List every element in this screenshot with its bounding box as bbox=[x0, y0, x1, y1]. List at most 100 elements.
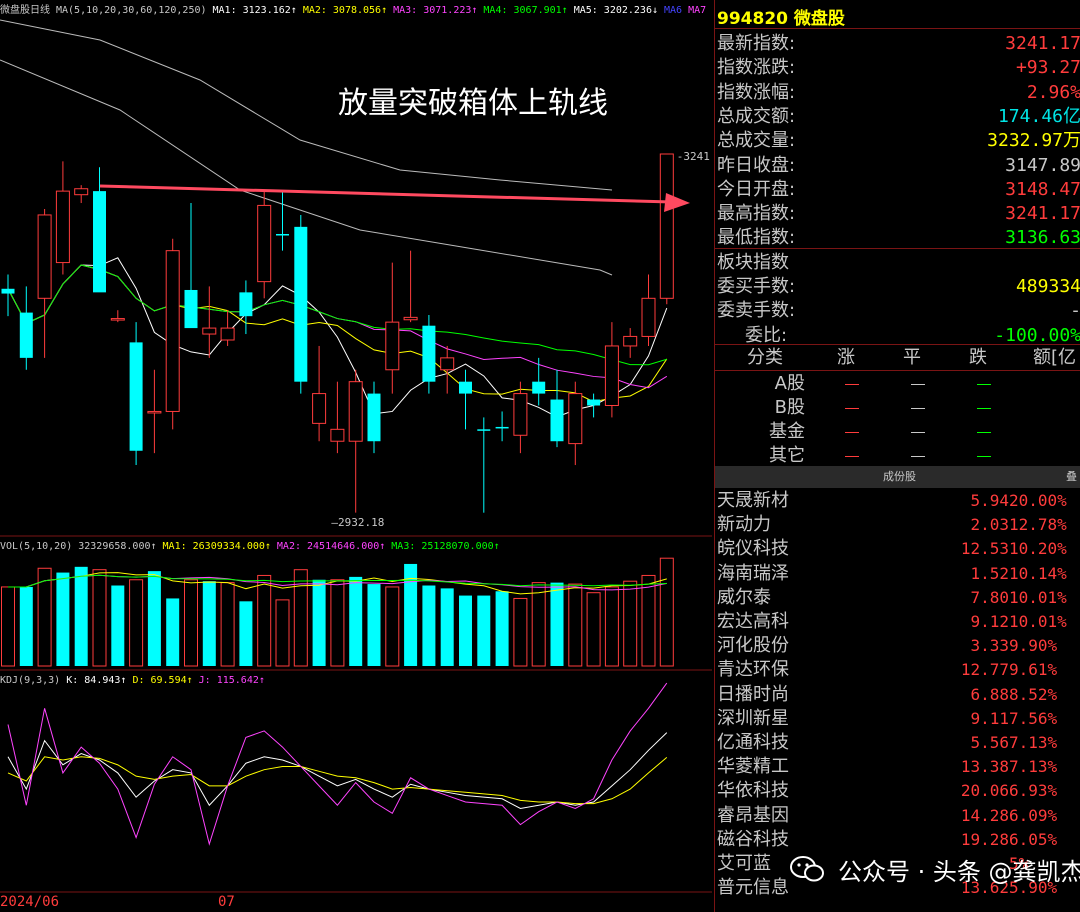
quote-row-value: 3136.63 bbox=[1005, 227, 1080, 249]
stock-change-pct: 12.78% bbox=[1009, 515, 1067, 535]
stock-price: 19.28 bbox=[960, 829, 1009, 849]
candle-body bbox=[495, 426, 509, 429]
candle-body bbox=[110, 318, 125, 321]
stock-price: 2.03 bbox=[970, 515, 1009, 535]
watermark-text: 公众号 · 头条 @龚凯杰 bbox=[800, 852, 1080, 887]
stock-change-pct: 8.52% bbox=[1009, 684, 1058, 704]
volume-bar bbox=[422, 585, 436, 666]
candle-body bbox=[330, 428, 345, 442]
stock-row[interactable]: 青达环保 12.77 9.61% bbox=[715, 658, 1080, 682]
annotation-text: 放量突破箱体上轨线 bbox=[338, 86, 608, 121]
ma2-label: MA2: 3078.056↑ bbox=[302, 5, 388, 16]
stock-row[interactable]: 磁谷科技 19.28 6.05% bbox=[715, 828, 1080, 852]
candle-body bbox=[568, 393, 583, 445]
stock-name: 青达环保 bbox=[717, 659, 789, 681]
stock-row[interactable]: 亿通科技 5.56 7.13% bbox=[715, 731, 1080, 755]
stock-name: 深圳新星 bbox=[717, 707, 789, 729]
quote-row-value: 3232.97万 bbox=[987, 130, 1080, 152]
stock-change-pct: 10.14% bbox=[1009, 563, 1067, 583]
candle-body bbox=[641, 297, 656, 337]
quote-row-label: 委买手数: bbox=[717, 276, 796, 297]
volume-bar bbox=[129, 579, 144, 667]
quote-panel: 994820 微盘股 最新指数: 3241.17 指数涨跌: +93.27 指数涨幅: 2… bbox=[714, 0, 1080, 912]
quote-row-label: 板块指数 bbox=[717, 251, 789, 273]
candle-body bbox=[312, 393, 327, 424]
stock-row[interactable]: 皖仪科技 12.53 10.20% bbox=[715, 537, 1080, 561]
stock-name: 天晟新材 bbox=[717, 490, 789, 511]
quote-row: 最新指数: 3241.17 bbox=[715, 32, 1080, 56]
stock-row[interactable]: 天晟新材 5.94 20.00% bbox=[715, 489, 1080, 513]
candle-body bbox=[239, 292, 253, 317]
kdj-j-line bbox=[7, 682, 668, 846]
stock-name: 普元信息 bbox=[717, 877, 789, 899]
vol-ma3: MA3: 25128070.000↑ bbox=[391, 541, 500, 552]
vol-value: 32329658.000↑ bbox=[78, 541, 157, 552]
volume-bar bbox=[349, 576, 363, 666]
stock-row[interactable]: 睿昂基因 14.28 6.09% bbox=[715, 804, 1080, 828]
category-dash bbox=[911, 408, 925, 409]
stock-row[interactable]: 新动力 2.03 12.78% bbox=[715, 513, 1080, 537]
category-dash bbox=[977, 408, 991, 409]
stock-row[interactable]: 日播时尚 6.88 8.52% bbox=[715, 683, 1080, 707]
stock-row[interactable]: 海南瑞泽 1.52 10.14% bbox=[715, 562, 1080, 586]
stock-price: 6.88 bbox=[970, 684, 1009, 704]
volume-bar bbox=[586, 592, 601, 667]
candle-body bbox=[385, 321, 400, 371]
candle-body bbox=[403, 316, 418, 321]
ma10-line bbox=[7, 264, 668, 403]
stock-price: 5.56 bbox=[970, 733, 1009, 752]
kdj-k: K: 84.943↑ bbox=[66, 675, 127, 686]
candle-body bbox=[459, 381, 472, 394]
kdj-j: J: 115.642↑ bbox=[198, 675, 265, 686]
candle-body bbox=[276, 233, 289, 236]
category-dash bbox=[845, 408, 859, 409]
high-price-label: -3241.17 bbox=[677, 150, 712, 163]
stock-change-pct: 7.13% bbox=[1009, 757, 1058, 777]
divider bbox=[715, 28, 1080, 29]
cat-header-type: 分类 bbox=[747, 347, 783, 368]
candle-body bbox=[93, 191, 106, 293]
volume-bar bbox=[659, 557, 674, 667]
quote-row-value: 174.46亿 bbox=[997, 105, 1080, 127]
kline-title: 微盘股日线 bbox=[0, 5, 50, 16]
stock-row[interactable]: 深圳新星 9.11 7.56% bbox=[715, 707, 1080, 731]
candle-body bbox=[129, 342, 143, 451]
stock-price: 3.33 bbox=[970, 636, 1009, 656]
stock-change-pct: 6.05% bbox=[1009, 829, 1058, 849]
chart-area[interactable]: -3241.17 —2932.18 微盘股日线 MA(5,10,20,30,60,1… bbox=[0, 0, 712, 912]
stock-price: 12.77 bbox=[960, 660, 1009, 680]
stock-price: 20.06 bbox=[960, 781, 1009, 801]
kline-chart-svg[interactable]: -3241.17 —2932.18 bbox=[0, 0, 712, 912]
stock-name: 华依科技 bbox=[717, 780, 789, 802]
stock-change-pct: 7.13% bbox=[1009, 733, 1058, 752]
constituents-tab[interactable]: 成份股 叠 bbox=[715, 466, 1080, 488]
ma3-label: MA3: 3071.223↑ bbox=[393, 5, 478, 16]
stock-row[interactable]: 华菱精工 13.38 7.13% bbox=[715, 755, 1080, 779]
quote-row: 今日开盘: 3148.47 bbox=[715, 178, 1080, 202]
ma1-label: MA1: 3123.162↑ bbox=[212, 5, 297, 16]
vol-title: VOL(5,10,20) bbox=[0, 541, 73, 552]
quote-row: 板块指数 bbox=[715, 251, 1080, 275]
stock-row[interactable]: 河化股份 3.33 9.90% bbox=[715, 634, 1080, 658]
volume-bar bbox=[385, 586, 400, 667]
stock-row[interactable]: 威尔泰 7.80 10.01% bbox=[715, 586, 1080, 610]
quote-name: 微盘股 bbox=[793, 9, 845, 29]
stock-name: 磁谷科技 bbox=[717, 828, 789, 850]
volume-bar bbox=[147, 571, 161, 666]
box-top-arrow-head bbox=[664, 193, 690, 212]
stock-row[interactable]: 华依科技 20.06 6.93% bbox=[715, 779, 1080, 803]
volume-bar bbox=[275, 599, 290, 667]
stock-price: 5.94 bbox=[970, 491, 1009, 510]
ma20-line bbox=[7, 264, 668, 389]
volume-bar bbox=[531, 582, 546, 667]
quote-row-label: 今日开盘: bbox=[717, 178, 796, 200]
date-label-left: 2024/06 bbox=[0, 894, 60, 910]
candle-body bbox=[604, 345, 619, 406]
volume-bar bbox=[239, 601, 253, 666]
stock-row[interactable]: 宏达高科 9.12 10.01% bbox=[715, 610, 1080, 634]
stock-name: 艾可蓝 bbox=[717, 853, 771, 874]
overlay-tab-label[interactable]: 叠 bbox=[1066, 466, 1077, 488]
quote-title: 994820 微盘股 bbox=[717, 4, 845, 29]
quote-code: 994820 bbox=[717, 9, 788, 29]
quote-row-value: +93.27 bbox=[1015, 57, 1080, 79]
